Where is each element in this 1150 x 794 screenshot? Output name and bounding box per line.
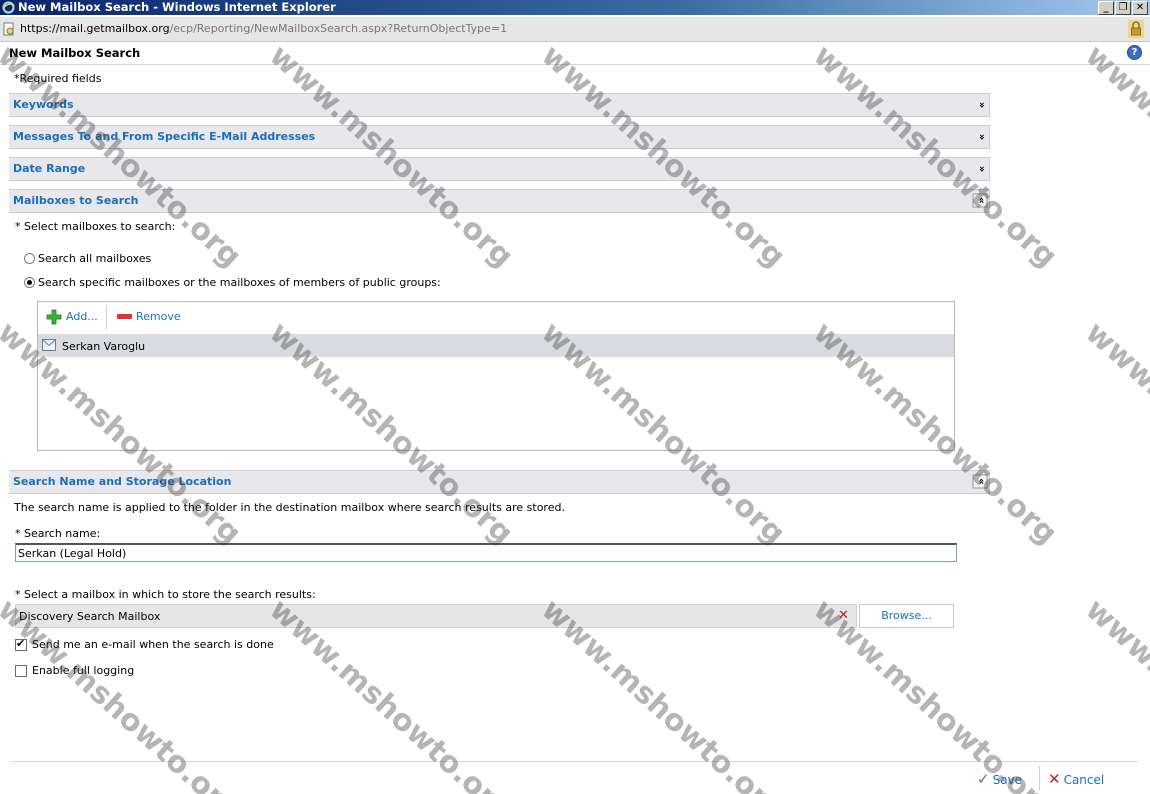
remove-button[interactable]: Remove	[136, 310, 181, 326]
search-all-radio[interactable]	[24, 253, 35, 264]
lock-icon[interactable]	[1128, 20, 1144, 38]
section-search-name-storage[interactable]: Search Name and Storage Location «	[9, 470, 990, 494]
watermark-text: www.mshowto.org	[1078, 38, 1150, 275]
watermark-text: www.mshowto.org	[1078, 592, 1150, 794]
remove-icon[interactable]	[117, 314, 132, 319]
list-item-label: Serkan Varoglu	[62, 340, 146, 353]
page-title: New Mailbox Search	[9, 46, 141, 60]
browse-button[interactable]: Browse...	[859, 604, 954, 628]
select-mailbox-label: * Select a mailbox in which to store the…	[15, 588, 316, 601]
url-path: /ecp/Reporting/NewMailboxSearch.aspx?Ret…	[169, 22, 508, 35]
save-button[interactable]: ✓ Save	[977, 770, 1022, 788]
toolbar-divider	[106, 306, 107, 330]
page-icon	[3, 22, 14, 36]
expand-chevron-icon[interactable]: »	[975, 131, 987, 143]
cancel-x-icon: ✕	[1048, 770, 1061, 788]
section-title: Search Name and Storage Location	[13, 475, 232, 488]
section-messages[interactable]: Messages To and From Specific E-Mail Add…	[9, 125, 990, 149]
mailbox-icon	[42, 339, 56, 351]
cancel-label: Cancel	[1063, 773, 1105, 787]
required-fields-note: *Required fields	[14, 72, 102, 85]
save-label: Save	[992, 773, 1023, 787]
send-email-checkbox[interactable]	[15, 637, 27, 651]
section-title: Messages To and From Specific E-Mail Add…	[13, 130, 316, 143]
section-date-range[interactable]: Date Range »	[9, 157, 990, 181]
cancel-button[interactable]: ✕ Cancel	[1048, 770, 1104, 788]
footer-divider	[10, 761, 1138, 762]
full-logging-label[interactable]: Enable full logging	[32, 664, 134, 677]
page-header: New Mailbox Search ?	[0, 42, 1150, 65]
mailbox-list: Add... Remove Serkan Varoglu	[37, 301, 955, 451]
section-title: Keywords	[13, 98, 74, 111]
close-window-button[interactable]: ✕	[1132, 1, 1148, 15]
checkmark-icon: ✓	[977, 770, 990, 788]
section-mailboxes-to-search[interactable]: Mailboxes to Search «	[9, 189, 990, 213]
mailbox-list-toolbar: Add... Remove	[38, 302, 954, 334]
full-logging-checkbox[interactable]	[15, 665, 27, 677]
window-title: New Mailbox Search - Windows Internet Ex…	[18, 0, 336, 14]
section-keywords[interactable]: Keywords »	[9, 93, 990, 117]
help-icon[interactable]: ?	[1127, 45, 1142, 60]
url-host: mail.getmailbox.org	[59, 22, 170, 35]
section-title: Mailboxes to Search	[13, 194, 139, 207]
expand-chevron-icon[interactable]: »	[975, 163, 987, 175]
url-scheme: https://	[20, 22, 60, 35]
clear-icon[interactable]: ✕	[838, 609, 849, 622]
restore-button[interactable]: ❐	[1115, 1, 1131, 15]
search-specific-label[interactable]: Search specific mailboxes or the mailbox…	[38, 276, 441, 289]
select-mailboxes-label: * Select mailboxes to search:	[15, 220, 176, 233]
search-all-label[interactable]: Search all mailboxes	[38, 252, 151, 265]
results-mailbox-field[interactable]: Discovery Search Mailbox ✕	[15, 604, 857, 628]
send-email-label[interactable]: Send me an e-mail when the search is don…	[32, 638, 274, 651]
watermark-text: www.mshowto.org	[1078, 315, 1150, 552]
window-title-bar: New Mailbox Search - Windows Internet Ex…	[0, 0, 1150, 15]
storage-description: The search name is applied to the folder…	[14, 501, 565, 514]
minimize-button[interactable]: _	[1098, 1, 1114, 15]
section-title: Date Range	[13, 162, 86, 175]
expand-chevron-icon[interactable]: »	[975, 99, 987, 111]
internet-explorer-icon	[2, 1, 15, 14]
list-item[interactable]: Serkan Varoglu	[38, 334, 954, 357]
add-icon[interactable]	[46, 309, 62, 325]
collapse-chevron-icon[interactable]: «	[972, 474, 988, 489]
collapse-chevron-icon[interactable]: «	[972, 193, 988, 208]
search-specific-radio[interactable]	[24, 277, 35, 288]
footer-button-divider	[1039, 766, 1040, 790]
add-button[interactable]: Add...	[66, 310, 98, 326]
address-url[interactable]: https://mail.getmailbox.org/ecp/Reportin…	[20, 22, 507, 35]
address-bar[interactable]: https://mail.getmailbox.org/ecp/Reportin…	[0, 17, 1150, 42]
results-mailbox-value: Discovery Search Mailbox	[19, 610, 161, 623]
search-name-input[interactable]	[15, 543, 957, 562]
search-name-label: * Search name:	[15, 527, 101, 540]
